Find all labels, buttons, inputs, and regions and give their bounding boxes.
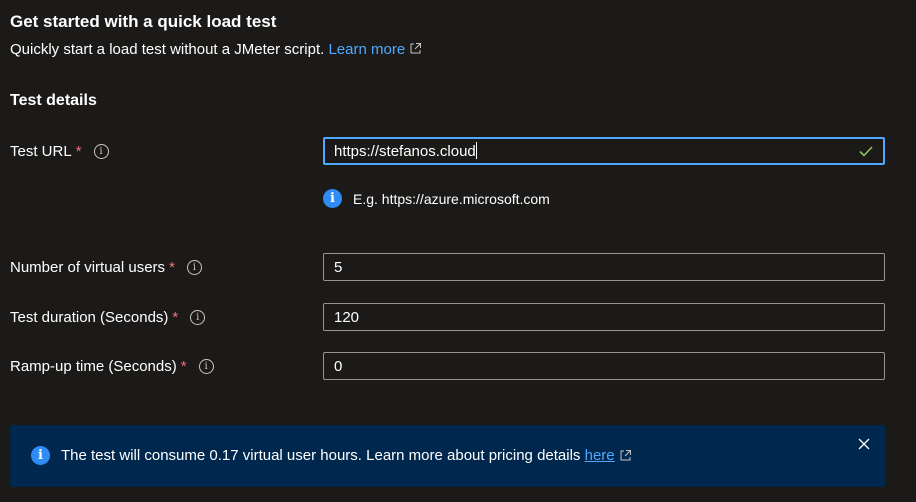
close-icon[interactable] — [857, 437, 871, 451]
check-icon — [859, 146, 873, 157]
duration-input[interactable]: 120 — [323, 303, 885, 331]
info-banner: i The test will consume 0.17 virtual use… — [10, 425, 885, 487]
virtual-users-input[interactable]: 5 — [323, 253, 885, 281]
learn-more-link[interactable]: Learn more — [328, 41, 422, 58]
info-filled-icon: i — [31, 446, 50, 465]
learn-more-label: Learn more — [328, 41, 406, 58]
test-url-value-wrap: https://stefanos.cloud — [334, 142, 858, 160]
required-marker: * — [169, 259, 175, 276]
virtual-users-label-text: Number of virtual users — [10, 259, 166, 276]
required-marker: * — [75, 143, 82, 160]
external-link-icon — [620, 450, 631, 461]
hint-text: E.g. https://azure.microsoft.com — [353, 190, 550, 207]
text-caret — [475, 142, 477, 159]
test-url-hint: i E.g. https://azure.microsoft.com — [323, 189, 550, 208]
external-link-icon — [410, 43, 422, 54]
ramp-up-label: Ramp-up time (Seconds) * i — [10, 358, 214, 375]
info-icon[interactable]: i — [93, 144, 109, 159]
test-url-label: Test URL * i — [10, 143, 109, 160]
test-url-label-text: Test URL — [10, 143, 72, 160]
ramp-up-label-text: Ramp-up time (Seconds) — [10, 358, 177, 375]
info-icon[interactable]: i — [186, 260, 202, 275]
duration-label: Test duration (Seconds) * i — [10, 309, 206, 326]
required-marker: * — [172, 309, 179, 326]
section-title: Test details — [10, 92, 97, 109]
required-marker: * — [180, 358, 187, 375]
info-filled-icon: i — [323, 189, 342, 208]
info-icon[interactable]: i — [190, 310, 206, 325]
ramp-up-value: 0 — [334, 357, 343, 375]
info-icon[interactable]: i — [198, 359, 214, 374]
pricing-link-label: here — [584, 447, 615, 464]
page-subtitle: Quickly start a load test without a JMet… — [10, 41, 422, 58]
test-url-value: https://stefanos.cloud — [334, 143, 476, 160]
page-title: Get started with a quick load test — [10, 12, 277, 31]
banner-text: The test will consume 0.17 virtual user … — [61, 447, 581, 464]
duration-label-text: Test duration (Seconds) — [10, 309, 169, 326]
virtual-users-label: Number of virtual users * i — [10, 259, 202, 276]
banner-message: i The test will consume 0.17 virtual use… — [31, 446, 632, 465]
duration-value: 120 — [334, 308, 360, 326]
subtitle-text: Quickly start a load test without a JMet… — [10, 41, 325, 58]
ramp-up-input[interactable]: 0 — [323, 352, 885, 380]
virtual-users-value: 5 — [334, 258, 343, 276]
test-url-input[interactable]: https://stefanos.cloud — [323, 137, 885, 165]
quick-load-test-page: Get started with a quick load test Quick… — [0, 0, 916, 502]
pricing-link[interactable]: here — [585, 447, 615, 464]
